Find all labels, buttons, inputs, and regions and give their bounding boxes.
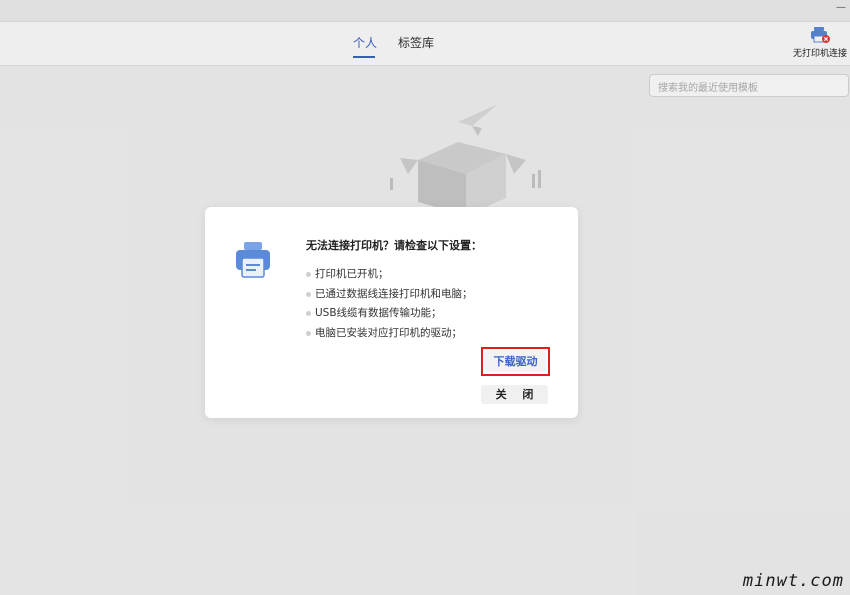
close-button[interactable]: 关 闭 — [481, 385, 548, 404]
checklist-item: 已通过数据线连接打印机和电脑； — [306, 285, 473, 305]
checklist-item: 电脑已安装对应打印机的驱动； — [306, 324, 473, 344]
download-driver-label: 下载驱动 — [485, 351, 546, 372]
bullet-icon — [306, 272, 311, 278]
bullet-icon — [306, 330, 311, 336]
dialog-title: 无法连接打印机？请检查以下设置： — [306, 239, 482, 252]
checklist-item: 打印机已开机； — [306, 265, 473, 285]
printer-icon — [235, 240, 271, 280]
watermark-text: minwt.com — [742, 571, 844, 591]
download-driver-button[interactable]: 下载驱动 — [481, 347, 550, 376]
checklist: 打印机已开机； 已通过数据线连接打印机和电脑； USB线缆有数据传输功能； 电脑… — [306, 265, 473, 343]
bullet-icon — [306, 311, 311, 317]
bullet-icon — [306, 291, 311, 297]
checklist-item: USB线缆有数据传输功能； — [306, 304, 473, 324]
printer-connection-dialog: 无法连接打印机？请检查以下设置： 打印机已开机； 已通过数据线连接打印机和电脑；… — [205, 207, 578, 418]
